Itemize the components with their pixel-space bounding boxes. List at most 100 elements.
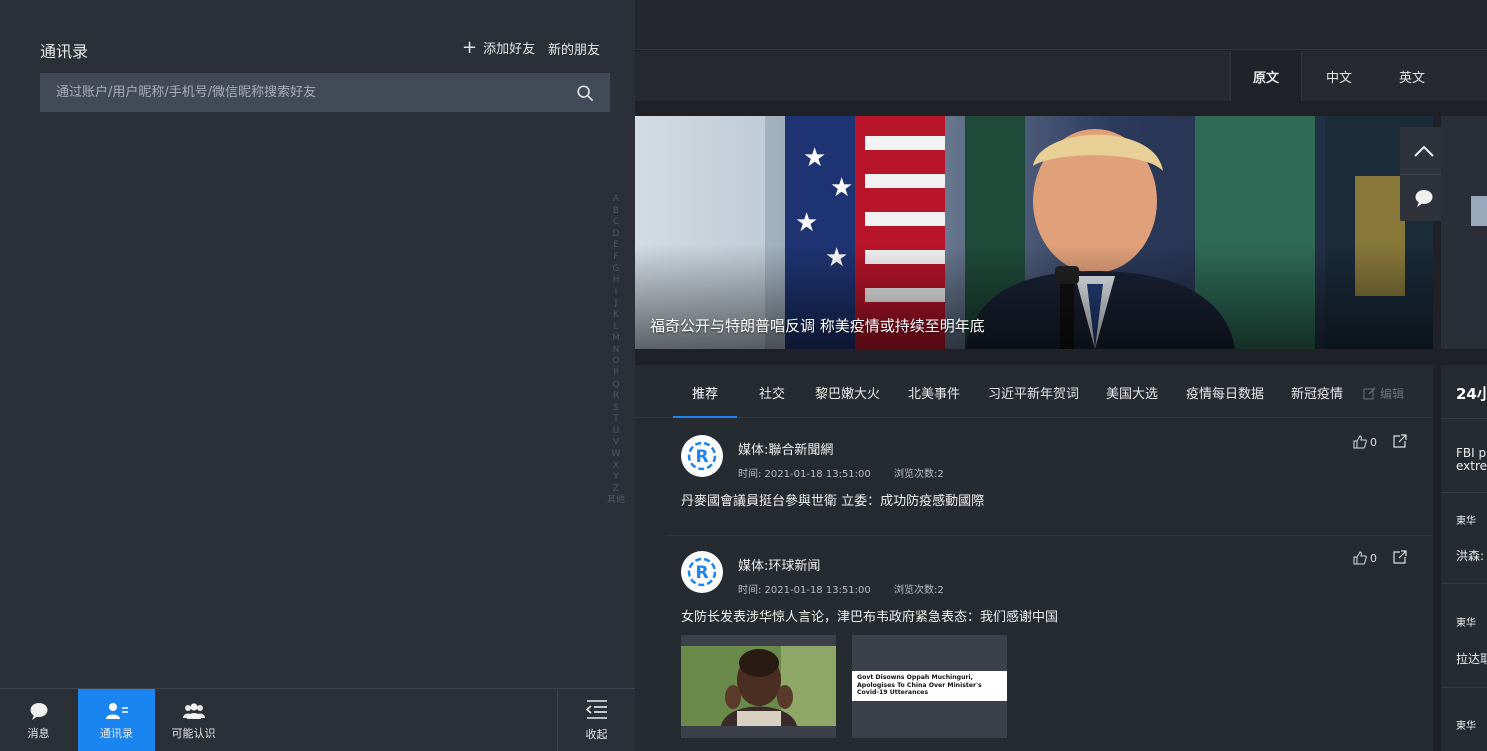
share-icon[interactable]: [1393, 550, 1407, 564]
news-feed: 推荐 社交 黎巴嫩大火 北美事件 习近平新年贺词 美国大选 疫情每日数据 新冠疫…: [635, 365, 1433, 751]
collapse-button[interactable]: 收起: [557, 689, 635, 751]
post-title[interactable]: 丹麥國會議員挺台參與世衛 立委：成功防疫感動國際: [681, 490, 984, 509]
alphabet-index-letter[interactable]: A: [605, 194, 627, 206]
edit-icon: [1363, 387, 1376, 400]
alphabet-index-letter[interactable]: Z: [605, 484, 627, 496]
collapse-menu-icon: [585, 699, 609, 722]
alphabet-index-letter[interactable]: U: [605, 426, 627, 438]
post-divider: [667, 535, 1433, 536]
alphabet-index-letter[interactable]: J: [605, 298, 627, 310]
thumbnail-headline: Govt Disowns Oppah Muchinguri, Apologise…: [857, 674, 982, 696]
tab-covid[interactable]: 新冠疫情: [1291, 383, 1343, 402]
category-tabs: 推荐 社交 黎巴嫩大火 北美事件 习近平新年贺词 美国大选 疫情每日数据 新冠疫…: [635, 365, 1433, 418]
alphabet-index-letter[interactable]: 其他: [605, 495, 627, 507]
hot-item-text[interactable]: 拉达耶: [1456, 652, 1487, 666]
nav-maybe-know[interactable]: 可能认识: [155, 689, 232, 751]
alphabet-index-letter[interactable]: H: [605, 275, 627, 287]
alphabet-index-letter[interactable]: Q: [605, 380, 627, 392]
top-header-bar: [635, 0, 1487, 50]
media-avatar: R: [681, 551, 723, 593]
alphabet-index-letter[interactable]: B: [605, 206, 627, 218]
nav-contacts[interactable]: 通讯录: [78, 689, 155, 751]
divider: [1441, 687, 1487, 688]
alphabet-index-letter[interactable]: M: [605, 333, 627, 345]
tab-social[interactable]: 社交: [759, 383, 785, 402]
edit-tabs-button[interactable]: 编辑: [1363, 385, 1404, 402]
search-icon[interactable]: [576, 84, 594, 102]
alphabet-index: A B C D E F G H I J K L M N O P Q R S T U V W X Y Z 其他: [605, 194, 627, 507]
add-friend-button[interactable]: + 添加好友: [462, 38, 535, 57]
alphabet-index-letter[interactable]: V: [605, 437, 627, 449]
nav-messages-label: 消息: [27, 726, 50, 740]
contact-search-input[interactable]: [56, 85, 576, 100]
chat-bubble-icon: [1415, 190, 1433, 207]
divider: [1441, 418, 1487, 419]
tab-recommend[interactable]: 推荐: [692, 383, 718, 402]
active-tab-indicator: [673, 416, 737, 418]
hot-24h-panel: 24小 FBI p extrem 東华 洪森: 東华 拉达耶 東华: [1441, 365, 1487, 751]
alphabet-index-letter[interactable]: X: [605, 461, 627, 473]
new-friends-link[interactable]: 新的朋友: [548, 39, 600, 58]
chevron-up-icon: [1414, 145, 1434, 157]
alphabet-index-letter[interactable]: F: [605, 252, 627, 264]
alphabet-index-letter[interactable]: E: [605, 240, 627, 252]
alphabet-index-letter[interactable]: T: [605, 414, 627, 426]
alphabet-index-letter[interactable]: P: [605, 368, 627, 380]
like-count: 0: [1370, 551, 1377, 565]
lang-chinese-tab[interactable]: 中文: [1303, 51, 1375, 101]
hot-item-source: 東华: [1456, 618, 1476, 629]
r-logo-icon: R: [687, 441, 717, 471]
post-views: 浏览次数:2: [893, 585, 944, 596]
post-title[interactable]: 女防长发表涉华惊人言论，津巴布韦政府紧急表态：我们感谢中国: [681, 606, 1058, 625]
app-root: 通讯录 + 添加好友 新的朋友 ABCDEFGHIJKLMNOPQRSTUVWX…: [0, 0, 1487, 751]
tab-new-year-speech[interactable]: 习近平新年贺词: [988, 383, 1079, 402]
nav-maybe-know-label: 可能认识: [171, 726, 216, 740]
thumbs-up-icon: [1353, 435, 1367, 449]
hot-item-text[interactable]: 洪森:: [1456, 549, 1484, 563]
share-icon[interactable]: [1393, 434, 1407, 448]
alphabet-index-letter[interactable]: C: [605, 217, 627, 229]
hot-24h-title: 24小: [1456, 385, 1487, 403]
post-meta: 时间: 2021-01-18 13:51:00 浏览次数:2: [738, 465, 944, 480]
lang-original-tab[interactable]: 原文: [1230, 51, 1302, 101]
alphabet-index-letter[interactable]: R: [605, 391, 627, 403]
alphabet-index-letter[interactable]: L: [605, 322, 627, 334]
post-media-source: 媒体:环球新闻: [738, 559, 821, 574]
tab-daily-covid-data[interactable]: 疫情每日数据: [1186, 383, 1264, 402]
svg-text:R: R: [695, 447, 708, 467]
post-thumbnail[interactable]: Govt Disowns Oppah Muchinguri, Apologise…: [852, 635, 1007, 738]
alphabet-index-letter[interactable]: K: [605, 310, 627, 322]
alphabet-index-letter[interactable]: Y: [605, 472, 627, 484]
divider: [1441, 583, 1487, 584]
post-thumbnail[interactable]: [681, 635, 836, 738]
hot-item-text[interactable]: FBI p: [1456, 446, 1486, 460]
alphabet-index-letter[interactable]: O: [605, 356, 627, 368]
alphabet-index-letter[interactable]: S: [605, 403, 627, 415]
like-button[interactable]: 0: [1353, 551, 1377, 565]
alphabet-index-letter[interactable]: G: [605, 264, 627, 276]
alphabet-index-letter[interactable]: N: [605, 345, 627, 357]
post-meta: 时间: 2021-01-18 13:51:00 浏览次数:2: [738, 581, 944, 596]
nav-contacts-label: 通讯录: [100, 726, 133, 740]
add-friend-label: 添加好友: [483, 42, 536, 57]
peek-image: [1471, 196, 1487, 226]
nav-messages[interactable]: 消息: [0, 689, 77, 751]
alphabet-index-letter[interactable]: D: [605, 229, 627, 241]
alphabet-index-letter[interactable]: W: [605, 449, 627, 461]
lang-english-tab[interactable]: 英文: [1376, 51, 1448, 101]
alphabet-index-letter[interactable]: I: [605, 287, 627, 299]
right-banner-peek: [1441, 116, 1487, 349]
hot-item-text[interactable]: extrem: [1456, 459, 1487, 473]
contact-search-box: [40, 73, 610, 112]
contacts-icon: [105, 701, 129, 721]
media-avatar: R: [681, 435, 723, 477]
tab-lebanon-fire[interactable]: 黎巴嫩大火: [815, 383, 880, 402]
post-time: 时间: 2021-01-18 13:51:00: [738, 585, 871, 596]
chat-bubble-icon: [28, 701, 50, 721]
tab-north-america[interactable]: 北美事件: [908, 383, 960, 402]
r-logo-icon: R: [687, 557, 717, 587]
tab-us-election[interactable]: 美国大选: [1106, 383, 1158, 402]
like-button[interactable]: 0: [1353, 435, 1377, 449]
thumbnail-headline-card: Govt Disowns Oppah Muchinguri, Apologise…: [852, 671, 1007, 701]
headline-banner[interactable]: ★ ★ ★ ★ 福奇公开与特朗普唱反调 称美疫情或持续至明年底: [635, 116, 1433, 349]
